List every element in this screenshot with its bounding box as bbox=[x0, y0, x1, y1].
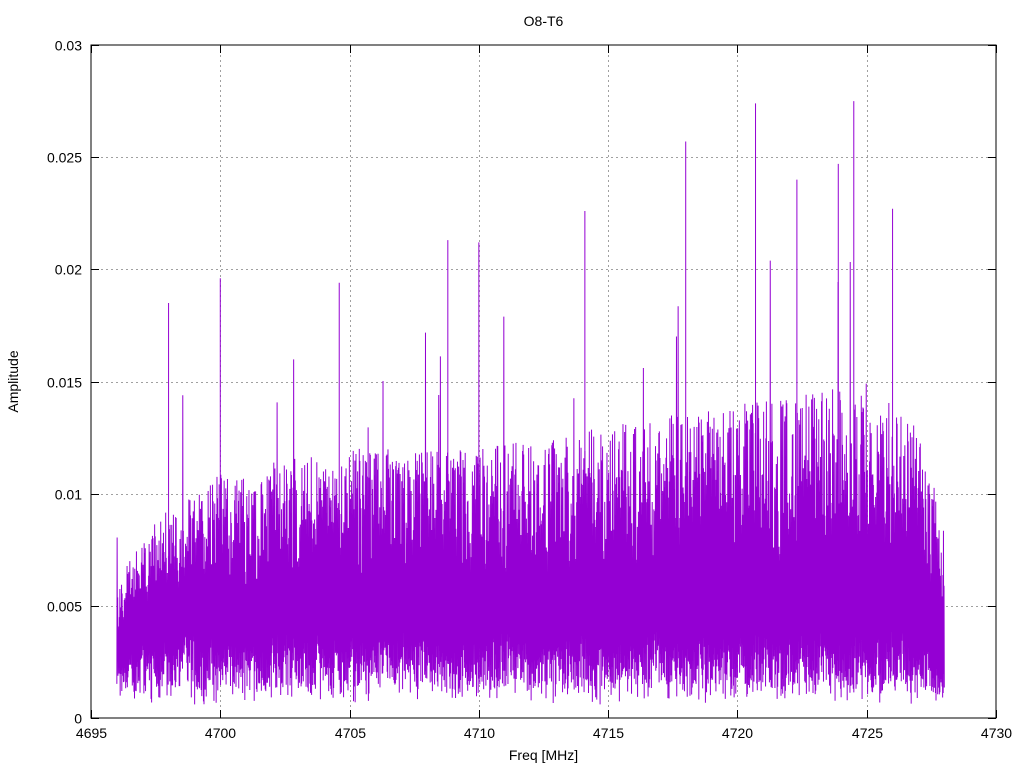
y-tick-label: 0.03 bbox=[55, 38, 82, 54]
y-tick-label: 0.005 bbox=[47, 599, 82, 615]
y-tick-label: 0 bbox=[74, 711, 82, 727]
y-tick-labels: 0 0.005 0.01 0.015 0.02 0.025 0.03 bbox=[47, 38, 82, 727]
x-tick-label: 4730 bbox=[981, 725, 1012, 741]
chart: 4695 4700 4705 4710 4715 4720 4725 4730 00.0050… bbox=[5, 13, 1012, 763]
data-series bbox=[116, 101, 945, 705]
x-tick-label: 4705 bbox=[335, 725, 366, 741]
y-axis-label: Amplitude bbox=[5, 350, 21, 412]
y-tick-label: 0.01 bbox=[55, 487, 82, 503]
y-tick-label: 0.025 bbox=[47, 150, 82, 166]
x-tick-label: 4725 bbox=[852, 725, 883, 741]
x-tick-labels: 4695 4700 4705 4710 4715 4720 4725 4730 bbox=[76, 725, 1012, 741]
x-tick-label: 4695 bbox=[76, 725, 107, 741]
x-tick-label: 4710 bbox=[464, 725, 495, 741]
chart-title: O8-T6 bbox=[524, 13, 564, 29]
y-tick-label: 0.015 bbox=[47, 375, 82, 391]
x-axis-label: Freq [MHz] bbox=[509, 747, 578, 763]
series-line bbox=[116, 260, 945, 705]
y-tick-label: 0.02 bbox=[55, 262, 82, 278]
x-tick-label: 4720 bbox=[722, 725, 753, 741]
x-tick-label: 4715 bbox=[593, 725, 624, 741]
x-tick-label: 4700 bbox=[205, 725, 236, 741]
